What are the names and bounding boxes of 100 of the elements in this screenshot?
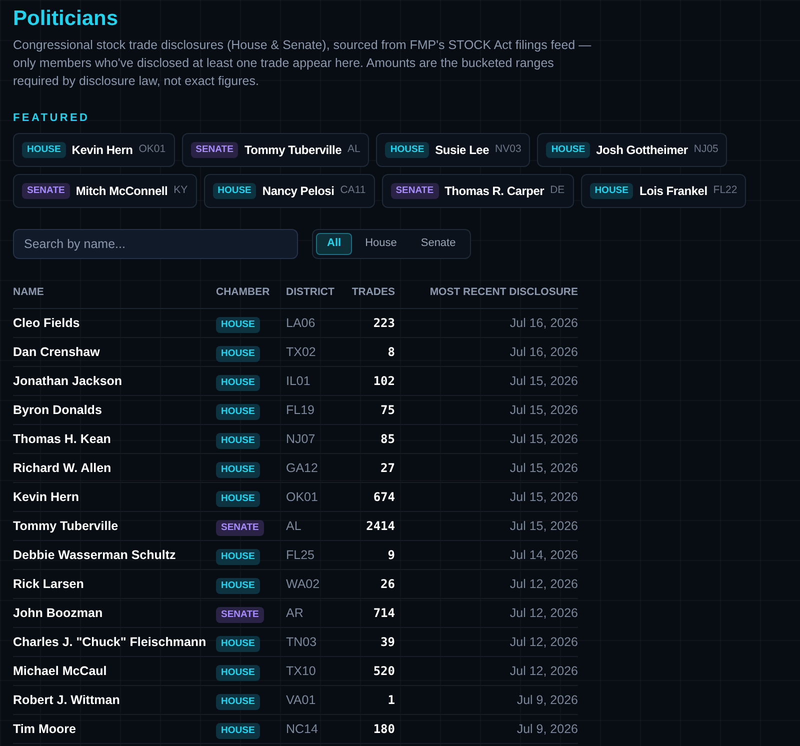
disclosure-date: Jul 15, 2026 bbox=[510, 490, 578, 504]
disclosure-date: Jul 12, 2026 bbox=[510, 635, 578, 649]
district-code: VA01 bbox=[286, 693, 316, 707]
trade-count: 9 bbox=[388, 548, 395, 562]
column-header: TRADES bbox=[352, 286, 395, 298]
filter-tab[interactable]: All bbox=[316, 232, 352, 254]
chamber-badge: HOUSE bbox=[385, 142, 430, 158]
politician-name: Kevin Hern bbox=[72, 142, 133, 158]
politician-name[interactable]: Byron Donalds bbox=[13, 403, 102, 417]
politician-name[interactable]: Robert J. Wittman bbox=[13, 693, 120, 707]
district-code: LA06 bbox=[286, 316, 316, 330]
politician-name: Nancy Pelosi bbox=[262, 182, 334, 200]
featured-politician-chip[interactable]: SENATE Tommy Tuberville AL bbox=[182, 132, 370, 166]
chamber-badge: HOUSE bbox=[546, 142, 590, 158]
disclosure-date: Jul 15, 2026 bbox=[510, 432, 578, 446]
page-title: Politicians bbox=[13, 6, 120, 32]
chamber-badge: SENATE bbox=[390, 182, 439, 198]
trade-count: 180 bbox=[373, 722, 395, 736]
district-code: FL22 bbox=[713, 182, 738, 198]
chamber-badge: HOUSE bbox=[216, 491, 260, 507]
politician-name[interactable]: John Boozman bbox=[13, 606, 103, 620]
politician-name: Mitch McConnell bbox=[76, 182, 168, 200]
politician-name[interactable]: Tommy Tuberville bbox=[13, 519, 118, 533]
chamber-badge: SENATE bbox=[22, 182, 70, 198]
trade-count: 39 bbox=[380, 635, 395, 649]
chamber-badge: SENATE bbox=[190, 142, 238, 158]
trade-count: 26 bbox=[380, 577, 395, 591]
disclosure-date: Jul 15, 2026 bbox=[510, 403, 578, 417]
district-code: CA11 bbox=[340, 182, 366, 198]
trade-count: 520 bbox=[373, 664, 395, 678]
politician-name[interactable]: Debbie Wasserman Schultz bbox=[13, 548, 176, 562]
district-code: IL01 bbox=[286, 374, 310, 388]
district-code: TX10 bbox=[286, 664, 316, 678]
search-field[interactable]: Search by name... bbox=[13, 228, 298, 258]
disclosure-date: Jul 12, 2026 bbox=[510, 577, 578, 591]
politician-name[interactable]: Kevin Hern bbox=[13, 490, 79, 504]
district-code: NJ05 bbox=[694, 142, 718, 157]
disclosure-date: Jul 12, 2026 bbox=[510, 664, 578, 678]
featured-politician-chip[interactable]: HOUSE Nancy Pelosi CA11 bbox=[204, 174, 375, 208]
chamber-badge: SENATE bbox=[216, 607, 264, 623]
disclosure-date: Jul 14, 2026 bbox=[510, 548, 578, 562]
disclosure-date: Jul 16, 2026 bbox=[510, 345, 578, 359]
chamber-badge: HOUSE bbox=[22, 142, 66, 158]
politician-name[interactable]: Tim Moore bbox=[13, 722, 76, 736]
politician-name[interactable]: Richard W. Allen bbox=[13, 461, 112, 475]
district-code: NC14 bbox=[286, 722, 318, 736]
column-header: MOST RECENT DISCLOSURE bbox=[430, 286, 578, 298]
disclosure-date: Jul 15, 2026 bbox=[510, 374, 578, 388]
district-code: AL bbox=[286, 519, 302, 533]
district-code: AR bbox=[286, 606, 304, 620]
filter-tab[interactable]: House bbox=[354, 232, 408, 254]
district-code: OK01 bbox=[138, 142, 166, 157]
featured-politician-chip[interactable]: SENATE Thomas R. Carper DE bbox=[382, 174, 574, 208]
disclosure-date: Jul 12, 2026 bbox=[510, 606, 578, 620]
trade-count: 75 bbox=[380, 403, 395, 417]
chamber-badge: HOUSE bbox=[216, 549, 260, 565]
district-code: NV03 bbox=[495, 142, 522, 157]
chamber-badge: HOUSE bbox=[216, 317, 260, 333]
trade-count: 223 bbox=[373, 316, 395, 330]
chamber-badge: HOUSE bbox=[216, 404, 260, 420]
featured-politician-chip[interactable]: HOUSE Lois Frankel FL22 bbox=[580, 174, 746, 208]
politician-name: Josh Gottheimer bbox=[596, 142, 688, 158]
district-code: AL bbox=[348, 142, 360, 157]
trade-count: 85 bbox=[380, 432, 395, 446]
featured-politician-chip[interactable]: HOUSE Josh Gottheimer NJ05 bbox=[537, 132, 728, 166]
trade-count: 102 bbox=[373, 374, 395, 388]
chamber-badge: HOUSE bbox=[216, 433, 260, 449]
featured-politician-chip[interactable]: HOUSE Kevin Hern OK01 bbox=[13, 132, 175, 166]
politician-name[interactable]: Jonathan Jackson bbox=[13, 374, 122, 388]
trade-count: 27 bbox=[380, 461, 395, 475]
district-code: GA12 bbox=[286, 461, 318, 475]
politician-name[interactable]: Thomas H. Kean bbox=[13, 432, 111, 446]
district-code: NJ07 bbox=[286, 432, 316, 446]
column-header: DISTRICT bbox=[286, 286, 334, 298]
disclosure-date: Jul 15, 2026 bbox=[510, 461, 578, 475]
district-code: FL19 bbox=[286, 403, 314, 417]
politician-name[interactable]: Michael McCaul bbox=[13, 664, 107, 678]
featured-politician-chip[interactable]: HOUSE Susie Lee NV03 bbox=[376, 132, 530, 166]
district-code: KY bbox=[174, 182, 188, 198]
politician-name[interactable]: Charles J. "Chuck" Fleischmann bbox=[13, 635, 206, 649]
chamber-badge: HOUSE bbox=[590, 182, 634, 198]
district-code: TN03 bbox=[286, 635, 317, 649]
disclosure-date: Jul 16, 2026 bbox=[510, 316, 578, 330]
chamber-badge: HOUSE bbox=[216, 636, 260, 652]
filter-tab[interactable]: Senate bbox=[410, 232, 467, 254]
politician-name: Lois Frankel bbox=[639, 182, 708, 200]
chamber-badge: HOUSE bbox=[216, 346, 260, 362]
page-description: Congressional stock trade disclosures (House & Senate), sourced from FMP's STOCK Act filings feed — only members who've disclosed at least one trade appear here. Amounts are the bucketed ranges required by disclosure law, not exact figures. bbox=[13, 37, 592, 90]
politician-name: Tommy Tuberville bbox=[244, 142, 342, 158]
disclosure-date: Jul 15, 2026 bbox=[510, 519, 578, 533]
district-code: TX02 bbox=[286, 345, 316, 359]
featured-politician-chip[interactable]: SENATE Mitch McConnell KY bbox=[13, 174, 197, 208]
chamber-badge: HOUSE bbox=[216, 723, 260, 739]
politician-name[interactable]: Cleo Fields bbox=[13, 316, 80, 330]
chamber-badge: HOUSE bbox=[216, 578, 260, 594]
trade-count: 8 bbox=[388, 345, 395, 359]
politician-name[interactable]: Rick Larsen bbox=[13, 577, 84, 591]
politician-name[interactable]: Dan Crenshaw bbox=[13, 345, 100, 359]
district-code: WA02 bbox=[286, 577, 320, 591]
politician-name: Susie Lee bbox=[435, 142, 490, 158]
